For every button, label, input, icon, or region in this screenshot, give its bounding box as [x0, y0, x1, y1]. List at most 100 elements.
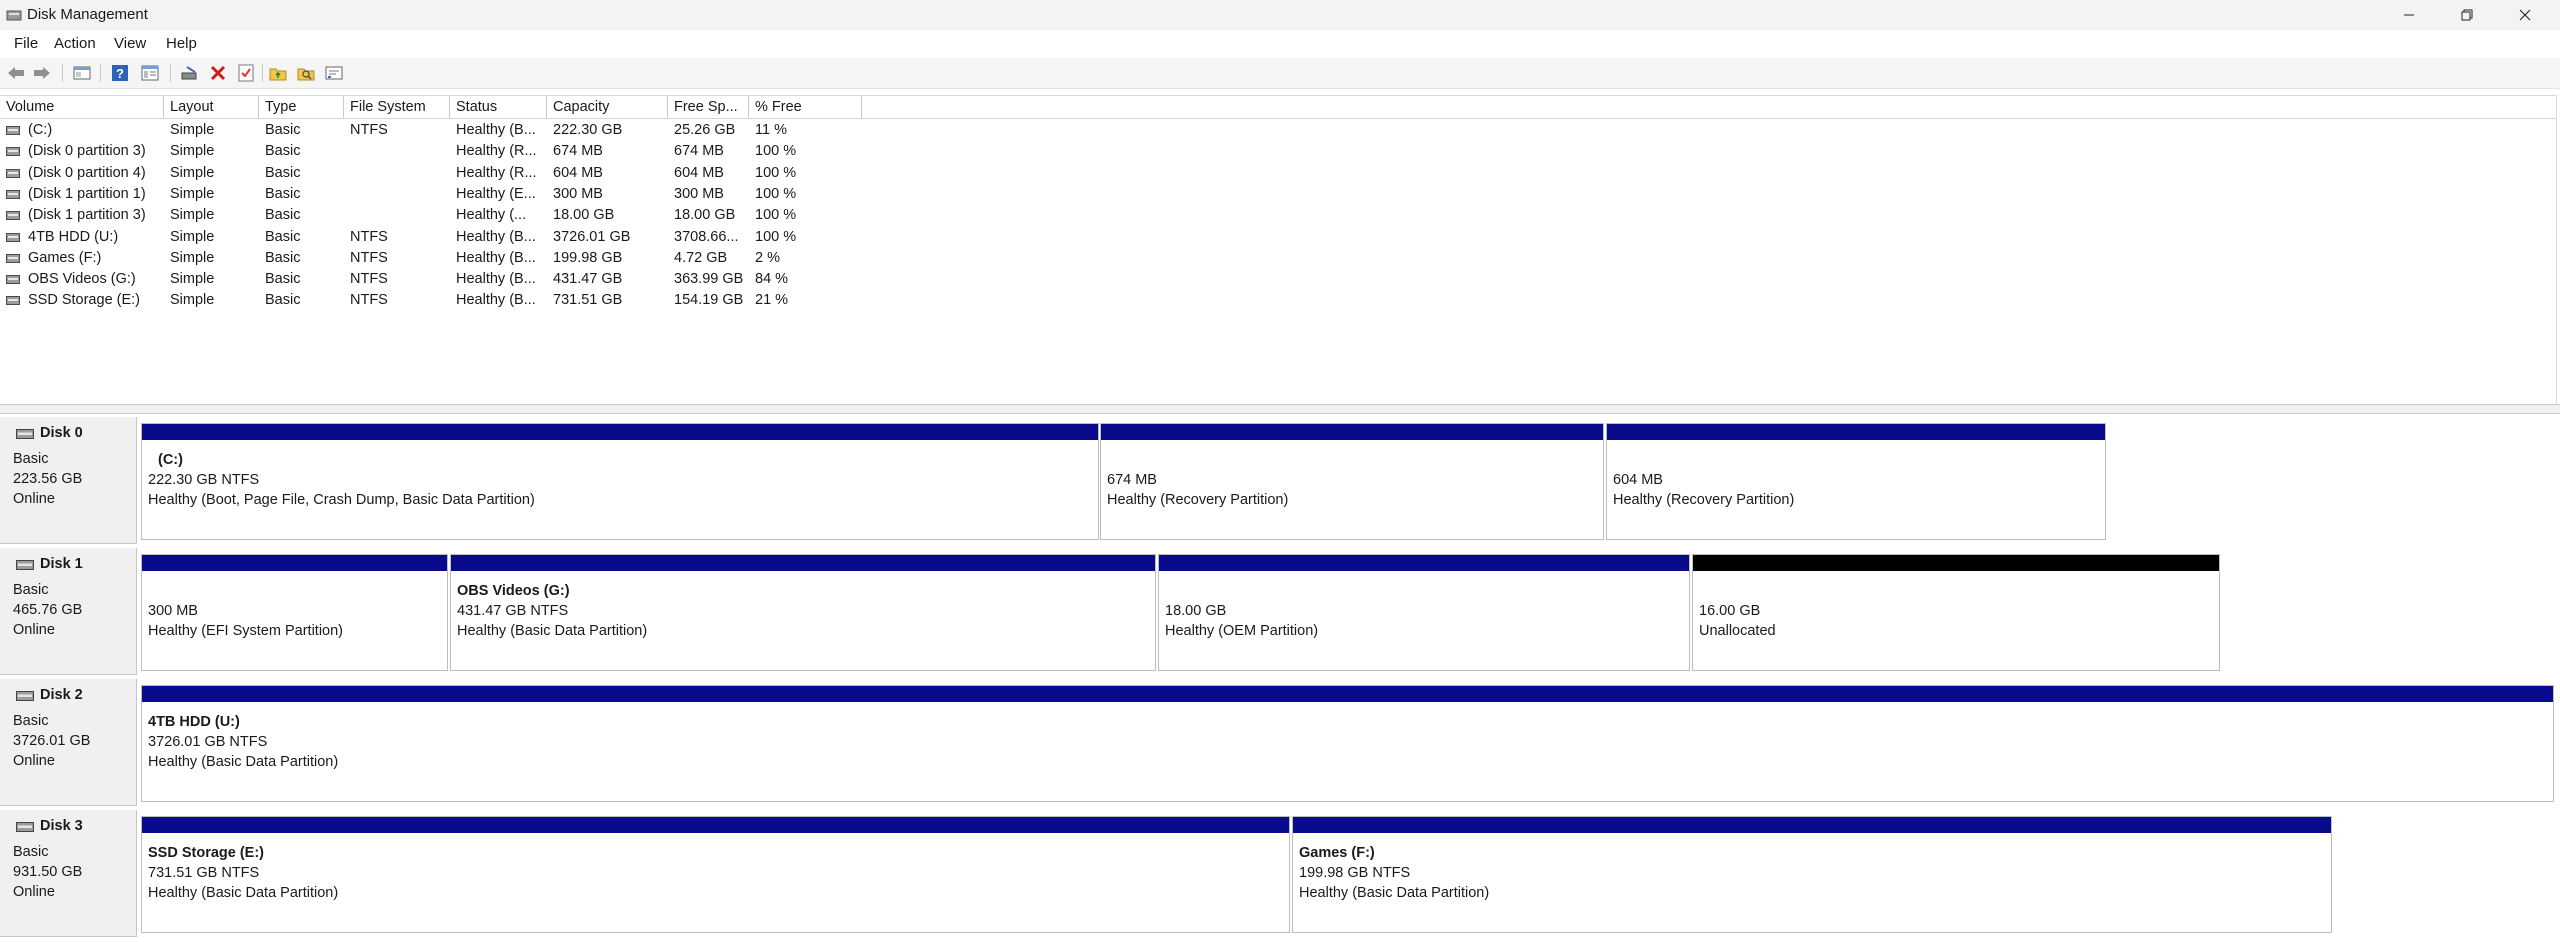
restore-button[interactable] — [2438, 0, 2496, 30]
column-header-status[interactable]: Status — [450, 96, 547, 118]
disk-label-2[interactable]: Disk 2 Basic 3726.01 GB Online — [0, 679, 137, 806]
disk-status: Online — [13, 884, 55, 900]
partition-size: 431.47 GB NTFS — [457, 603, 569, 619]
pane-splitter[interactable] — [0, 404, 2560, 414]
cell-percent-free: 2 % — [755, 249, 780, 266]
cell-file-system: NTFS — [350, 122, 388, 138]
menu-bar: File Action View Help — [0, 30, 2560, 58]
disk-label-0[interactable]: Disk 0 Basic 223.56 GB Online — [0, 417, 137, 544]
volume-list: Volume Layout Type File System Status Ca… — [0, 95, 2557, 405]
column-header-percent-free[interactable]: % Free — [749, 96, 862, 118]
settings-panel-icon — [325, 66, 343, 80]
disk-label-3[interactable]: Disk 3 Basic 931.50 GB Online — [0, 810, 137, 937]
cell-file-system — [350, 141, 445, 162]
partition-block[interactable]: 18.00 GB Healthy (OEM Partition) — [1158, 554, 1690, 671]
table-row[interactable]: 4TB HDD (U:) Simple Basic NTFS Healthy (B...… — [0, 227, 900, 248]
cell-volume: (Disk 1 partition 1) — [28, 185, 146, 202]
cell-file-system — [350, 163, 445, 184]
partition-block[interactable]: 604 MB Healthy (Recovery Partition) — [1606, 423, 2106, 540]
forward-arrow-icon — [34, 67, 50, 79]
settings-panel-button[interactable] — [324, 63, 344, 83]
disk-size: 223.56 GB — [13, 471, 83, 487]
cell-type: Basic — [265, 207, 301, 224]
partition-status: Healthy (OEM Partition) — [1165, 623, 1319, 639]
partition-size: 731.51 GB NTFS — [148, 865, 260, 881]
cell-layout: Simple — [170, 292, 215, 309]
cell-layout: Simple — [170, 271, 215, 288]
cell-type: Basic — [265, 164, 301, 181]
partition-block[interactable]: OBS Videos (G:) 431.47 GB NTFS Healthy (Ba… — [450, 554, 1156, 671]
column-header-file-system[interactable]: File System — [344, 96, 450, 118]
folder-search-button[interactable] — [296, 63, 316, 83]
cell-volume: 4TB HDD (U:) — [28, 228, 119, 245]
volume-icon — [6, 211, 20, 221]
table-row[interactable]: SSD Storage (E:) Simple Basic NTFS Healthy (… — [0, 290, 900, 311]
table-row[interactable]: (Disk 0 partition 4) Simple Basic Healthy (… — [0, 163, 900, 184]
disk-management-icon — [6, 10, 22, 21]
cell-volume: (Disk 1 partition 3) — [28, 207, 146, 224]
window-title: Disk Management — [27, 6, 148, 23]
cell-type: Basic — [265, 249, 301, 266]
cell-file-system — [350, 205, 445, 226]
help-button[interactable]: ? — [110, 63, 130, 83]
volume-icon — [6, 232, 20, 242]
column-header-free-space[interactable]: Free Sp... — [668, 96, 749, 118]
partition-block[interactable]: 674 MB Healthy (Recovery Partition) — [1100, 423, 1604, 540]
disk-label-1[interactable]: Disk 1 Basic 465.76 GB Online — [0, 548, 137, 675]
partition-title: SSD Storage (E:) — [148, 845, 265, 861]
forward-button[interactable] — [32, 63, 52, 83]
table-row[interactable]: (Disk 1 partition 3) Simple Basic Healthy (… — [0, 205, 900, 226]
partition-block[interactable]: 300 MB Healthy (EFI System Partition) — [141, 554, 448, 671]
menu-file[interactable]: File — [14, 35, 38, 52]
menu-help[interactable]: Help — [166, 35, 197, 52]
connect-drive-button[interactable] — [180, 63, 200, 83]
volume-list-header: Volume Layout Type File System Status Ca… — [0, 96, 2556, 119]
cell-type: Basic — [265, 292, 301, 309]
close-button[interactable] — [2496, 0, 2554, 30]
disk-icon — [16, 691, 34, 701]
table-row[interactable]: Games (F:) Simple Basic NTFS Healthy (B... 19… — [0, 248, 900, 269]
partition-bar — [451, 555, 1155, 571]
partition-status: Healthy (Basic Data Partition) — [148, 885, 339, 901]
partition-block[interactable]: Games (F:) 199.98 GB NTFS Healthy (Basic D… — [1292, 816, 2332, 933]
menu-view[interactable]: View — [114, 35, 146, 52]
column-header-type[interactable]: Type — [259, 96, 344, 118]
cell-capacity: 604 MB — [553, 164, 603, 181]
volume-icon — [6, 253, 20, 263]
table-row[interactable]: OBS Videos (G:) Simple Basic NTFS Healthy (B… — [0, 269, 900, 290]
properties-list-button[interactable] — [140, 63, 160, 83]
console-tree-button[interactable] — [72, 63, 92, 83]
delete-button[interactable] — [208, 63, 228, 83]
cell-type: Basic — [265, 122, 301, 138]
column-header-volume[interactable]: Volume — [0, 96, 164, 118]
disk-name: Disk 0 — [40, 425, 83, 441]
back-button[interactable] — [6, 63, 26, 83]
cell-status: Healthy (B... — [456, 122, 536, 138]
disk-type: Basic — [13, 844, 49, 860]
svg-text:?: ? — [116, 66, 124, 81]
menu-action[interactable]: Action — [54, 35, 96, 52]
minimize-button[interactable] — [2380, 0, 2438, 30]
table-row[interactable]: (Disk 0 partition 3) Simple Basic Healthy (… — [0, 141, 900, 162]
folder-up-icon — [269, 68, 287, 81]
column-header-layout[interactable]: Layout — [164, 96, 259, 118]
column-header-capacity[interactable]: Capacity — [547, 96, 668, 118]
cell-type: Basic — [265, 228, 301, 245]
partition-bar — [1101, 424, 1603, 440]
cell-free-space: 604 MB — [674, 164, 724, 181]
volume-icon — [6, 275, 20, 285]
disk-size: 931.50 GB — [13, 864, 83, 880]
disk-type: Basic — [13, 451, 49, 467]
unallocated-partition[interactable]: 16.00 GB Unallocated — [1692, 554, 2220, 671]
check-properties-button[interactable] — [236, 63, 256, 83]
partition-block[interactable]: 4TB HDD (U:) 3726.01 GB NTFS Healthy (Basi… — [141, 685, 2554, 802]
folder-up-button[interactable] — [268, 63, 288, 83]
partition-block[interactable]: (C:) 222.30 GB NTFS Healthy (Boot, Page Fi… — [141, 423, 1099, 540]
partition-block[interactable]: SSD Storage (E:) 731.51 GB NTFS Healthy (B… — [141, 816, 1290, 933]
table-row[interactable]: (Disk 1 partition 1) Simple Basic Healthy (… — [0, 184, 900, 205]
cell-capacity: 3726.01 GB — [553, 228, 631, 245]
table-row[interactable]: (C:) Simple Basic NTFS Healthy (B... 222.30 G… — [0, 120, 900, 141]
partition-bar — [142, 555, 447, 571]
partition-size: 3726.01 GB NTFS — [148, 734, 268, 750]
cell-file-system: NTFS — [350, 292, 388, 309]
